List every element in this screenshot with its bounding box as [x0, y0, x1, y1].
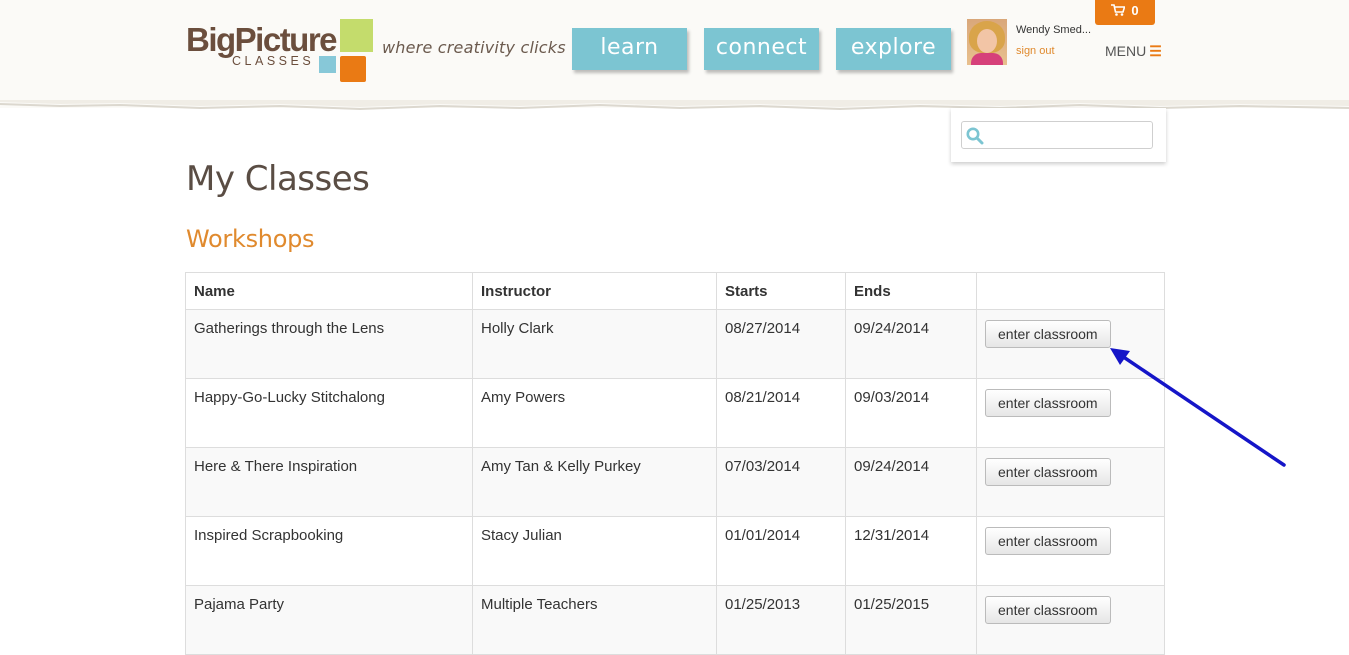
class-starts: 01/25/2013	[716, 585, 846, 655]
enter-classroom-button[interactable]: enter classroom	[985, 596, 1111, 624]
logo-text: BigPicture	[186, 21, 338, 58]
table-row: Gatherings through the Lens Holly Clark …	[185, 309, 1165, 379]
col-header-instructor: Instructor	[472, 272, 717, 310]
section-title-workshops: Workshops	[186, 225, 315, 253]
class-instructor: Amy Powers	[472, 378, 717, 448]
class-starts: 01/01/2014	[716, 516, 846, 586]
table-row: Here & There Inspiration Amy Tan & Kelly…	[185, 447, 1165, 517]
logo-subtext: CLASSES	[232, 54, 315, 68]
col-header-starts: Starts	[716, 272, 846, 310]
enter-classroom-button[interactable]: enter classroom	[985, 527, 1111, 555]
class-instructor: Amy Tan & Kelly Purkey	[472, 447, 717, 517]
workshops-table: Name Instructor Starts Ends Gatherings t…	[185, 272, 1165, 655]
class-starts: 08/21/2014	[716, 378, 846, 448]
annotation-arrow	[1110, 348, 1286, 467]
table-row: Inspired Scrapbooking Stacy Julian 01/01…	[185, 516, 1165, 586]
sign-out-link[interactable]: sign out	[1016, 45, 1055, 57]
class-ends: 12/31/2014	[845, 516, 977, 586]
table-row: Happy-Go-Lucky Stitchalong Amy Powers 08…	[185, 378, 1165, 448]
logo-square-orange	[340, 56, 366, 82]
col-header-action	[976, 272, 1165, 310]
table-row: Pajama Party Multiple Teachers 01/25/201…	[185, 585, 1165, 655]
tagline: where creativity clicks	[382, 38, 566, 57]
class-ends: 01/25/2015	[845, 585, 977, 655]
class-name: Happy-Go-Lucky Stitchalong	[185, 378, 473, 448]
logo-square-green	[340, 19, 373, 52]
avatar[interactable]	[967, 19, 1007, 65]
search-panel	[951, 108, 1166, 162]
table-header-row: Name Instructor Starts Ends	[185, 272, 1165, 310]
class-instructor: Holly Clark	[472, 309, 717, 379]
page-title: My Classes	[186, 159, 370, 199]
class-action: enter classroom	[976, 516, 1165, 586]
class-action: enter classroom	[976, 585, 1165, 655]
class-instructor: Multiple Teachers	[472, 585, 717, 655]
class-name: Pajama Party	[185, 585, 473, 655]
nav-explore[interactable]: explore	[836, 28, 951, 70]
menu-label: MENU	[1105, 43, 1147, 59]
hamburger-icon: ☰	[1149, 43, 1162, 59]
menu-button[interactable]: MENU ☰	[1105, 43, 1162, 60]
cart-button[interactable]: 0	[1095, 0, 1155, 25]
search-input[interactable]	[961, 121, 1153, 149]
class-starts: 07/03/2014	[716, 447, 846, 517]
nav-connect[interactable]: connect	[704, 28, 819, 70]
cart-count: 0	[1131, 3, 1139, 18]
class-name: Inspired Scrapbooking	[185, 516, 473, 586]
class-name: Gatherings through the Lens	[185, 309, 473, 379]
class-instructor: Stacy Julian	[472, 516, 717, 586]
enter-classroom-button[interactable]: enter classroom	[985, 320, 1111, 348]
class-ends: 09/24/2014	[845, 309, 977, 379]
enter-classroom-button[interactable]: enter classroom	[985, 458, 1111, 486]
col-header-name: Name	[185, 272, 473, 310]
nav-learn[interactable]: learn	[572, 28, 687, 70]
logo-square-blue	[319, 56, 336, 73]
class-name: Here & There Inspiration	[185, 447, 473, 517]
user-name: Wendy Smed...	[1016, 24, 1091, 36]
cart-icon	[1111, 4, 1126, 16]
class-ends: 09/03/2014	[845, 378, 977, 448]
class-starts: 08/27/2014	[716, 309, 846, 379]
enter-classroom-button[interactable]: enter classroom	[985, 389, 1111, 417]
col-header-ends: Ends	[845, 272, 977, 310]
site-logo[interactable]: BigPicture CLASSES	[186, 18, 376, 84]
search-icon	[966, 127, 984, 145]
class-ends: 09/24/2014	[845, 447, 977, 517]
